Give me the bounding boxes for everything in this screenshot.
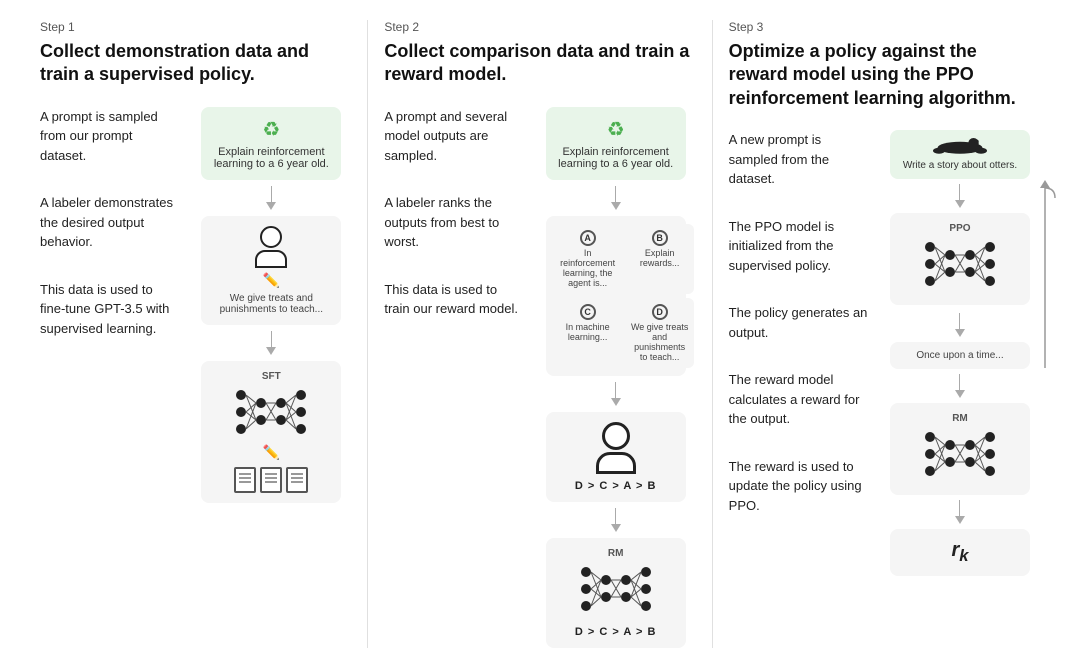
step1-title: Collect demonstration data and train a s…: [40, 40, 351, 87]
step3-rm-label: RM: [902, 413, 1018, 424]
main-container: Step 1 Collect demonstration data and tr…: [0, 0, 1080, 668]
step1-column: Step 1 Collect demonstration data and tr…: [24, 20, 368, 648]
step2-text1: A labeler ranks the outputs from best to…: [384, 193, 525, 252]
arrow9: [955, 500, 965, 524]
option-b-letter: B: [652, 230, 668, 246]
step2-prompt-box: ♻ Explain reinforcement learning to a 6 …: [546, 107, 686, 180]
step2-text2: This data is used to train our reward mo…: [384, 280, 525, 319]
step3-output-text: Once upon a time...: [916, 350, 1003, 361]
step3-text3: The reward model calculates a reward for…: [729, 370, 870, 429]
step1-text0: A prompt is sampled from our prompt data…: [40, 107, 181, 166]
step2-text0: A prompt and several model outputs are s…: [384, 107, 525, 166]
step2-labeler-box: D > C > A > B: [546, 412, 686, 502]
step1-text2: This data is used to fine-tune GPT-3.5 w…: [40, 280, 181, 339]
docs-icons: [213, 467, 329, 493]
step1-prompt-box: ♻ Explain reinforcement learning to a 6 …: [201, 107, 341, 180]
step2-texts: A prompt and several model outputs are s…: [384, 107, 525, 319]
step2-options-box: A In reinforcement learning, the agent i…: [546, 216, 686, 376]
person-icon: [213, 226, 329, 268]
step3-title: Optimize a policy against the reward mod…: [729, 40, 1040, 110]
step1-texts: A prompt is sampled from our prompt data…: [40, 107, 181, 339]
step1-diagram: ♻ Explain reinforcement learning to a 6 …: [191, 107, 351, 503]
step3-diagram: Write a story about otters. PPO: [880, 130, 1040, 576]
step3-output-box: Once upon a time...: [890, 342, 1030, 369]
step2-prompt-text: Explain reinforcement learning to a 6 ye…: [558, 146, 673, 170]
edit-icon2: ✏️: [213, 444, 329, 461]
step1-prompt-text: Explain reinforcement learning to a 6 ye…: [214, 146, 329, 170]
option-b: B Explain rewards...: [626, 224, 694, 294]
option-a: A In reinforcement learning, the agent i…: [554, 224, 622, 294]
step3-ppo-box: PPO: [890, 213, 1030, 305]
edit-icon: ✏️: [213, 272, 329, 289]
step2-ranking: D > C > A > B: [558, 480, 674, 492]
arrow1: [266, 186, 276, 210]
step3-text1: The PPO model is initialized from the su…: [729, 217, 870, 276]
arrow3: [611, 186, 621, 210]
step3-rm-svg: [920, 427, 1000, 482]
arrow7: [955, 313, 965, 337]
otter-icon: [930, 138, 990, 156]
step3-column: Step 3 Optimize a policy against the rew…: [713, 20, 1056, 648]
rm-label: RM: [558, 548, 674, 559]
ppo-label: PPO: [902, 223, 1018, 234]
rm-svg: [576, 562, 656, 617]
step3-reward-box: rk: [890, 529, 1030, 576]
step3-prompt-box: Write a story about otters.: [890, 130, 1030, 179]
reward-value: rk: [902, 539, 1018, 566]
step2-diagram: ♻ Explain reinforcement learning to a 6 …: [536, 107, 696, 648]
doc-icon3: [286, 467, 308, 493]
option-d: D We give treats and punishments to teac…: [626, 298, 694, 368]
step2-title: Collect comparison data and train a rewa…: [384, 40, 695, 87]
step3-text0: A new prompt is sampled from the dataset…: [729, 130, 870, 189]
ppo-svg: [920, 237, 1000, 292]
rm-ranking: D > C > A > B: [558, 626, 674, 638]
sft-label: SFT: [262, 371, 281, 382]
step1-nn-box: SFT: [201, 361, 341, 503]
nn-container: SFT: [213, 371, 329, 440]
option-a-letter: A: [580, 230, 596, 246]
step1-labeler-text: We give treats and punishments to teach.…: [213, 293, 329, 315]
arrow8: [955, 374, 965, 398]
step1-content: A prompt is sampled from our prompt data…: [40, 107, 351, 503]
arrow5: [611, 508, 621, 532]
step2-label: Step 2: [384, 20, 695, 34]
option-b-text: Explain rewards...: [631, 248, 689, 268]
step3-text4: The reward is used to update the policy …: [729, 457, 870, 516]
arrow4: [611, 382, 621, 406]
step3-rm-box: RM: [890, 403, 1030, 495]
option-d-text: We give treats and punishments to teach.…: [631, 322, 689, 362]
person-large: [558, 422, 674, 474]
curved-arrow-svg: [1030, 178, 1060, 378]
recycle-icon: ♻: [213, 117, 329, 142]
option-d-letter: D: [652, 304, 668, 320]
step2-content: A prompt and several model outputs are s…: [384, 107, 695, 648]
arrow6: [955, 184, 965, 208]
option-c: C In machine learning...: [554, 298, 622, 368]
step2-rm-box: RM: [546, 538, 686, 648]
step1-text1: A labeler demonstrates the desired outpu…: [40, 193, 181, 252]
option-a-text: In reinforcement learning, the agent is.…: [559, 248, 617, 288]
options-grid: A In reinforcement learning, the agent i…: [554, 224, 694, 368]
step3-texts: A new prompt is sampled from the dataset…: [729, 130, 870, 515]
step2-column: Step 2 Collect comparison data and train…: [368, 20, 712, 648]
step3-prompt-text: Write a story about otters.: [903, 160, 1017, 171]
step3-text2: The policy generates an output.: [729, 303, 870, 342]
step1-label: Step 1: [40, 20, 351, 34]
option-c-text: In machine learning...: [559, 322, 617, 342]
step1-labeler-box: ✏️ We give treats and punishments to tea…: [201, 216, 341, 325]
option-c-letter: C: [580, 304, 596, 320]
doc-icon2: [260, 467, 282, 493]
doc-icon1: [234, 467, 256, 493]
arrow2: [266, 331, 276, 355]
step3-label: Step 3: [729, 20, 1040, 34]
nn-svg: [231, 385, 311, 440]
recycle-icon2: ♻: [558, 117, 674, 142]
step3-content: A new prompt is sampled from the dataset…: [729, 130, 1040, 576]
